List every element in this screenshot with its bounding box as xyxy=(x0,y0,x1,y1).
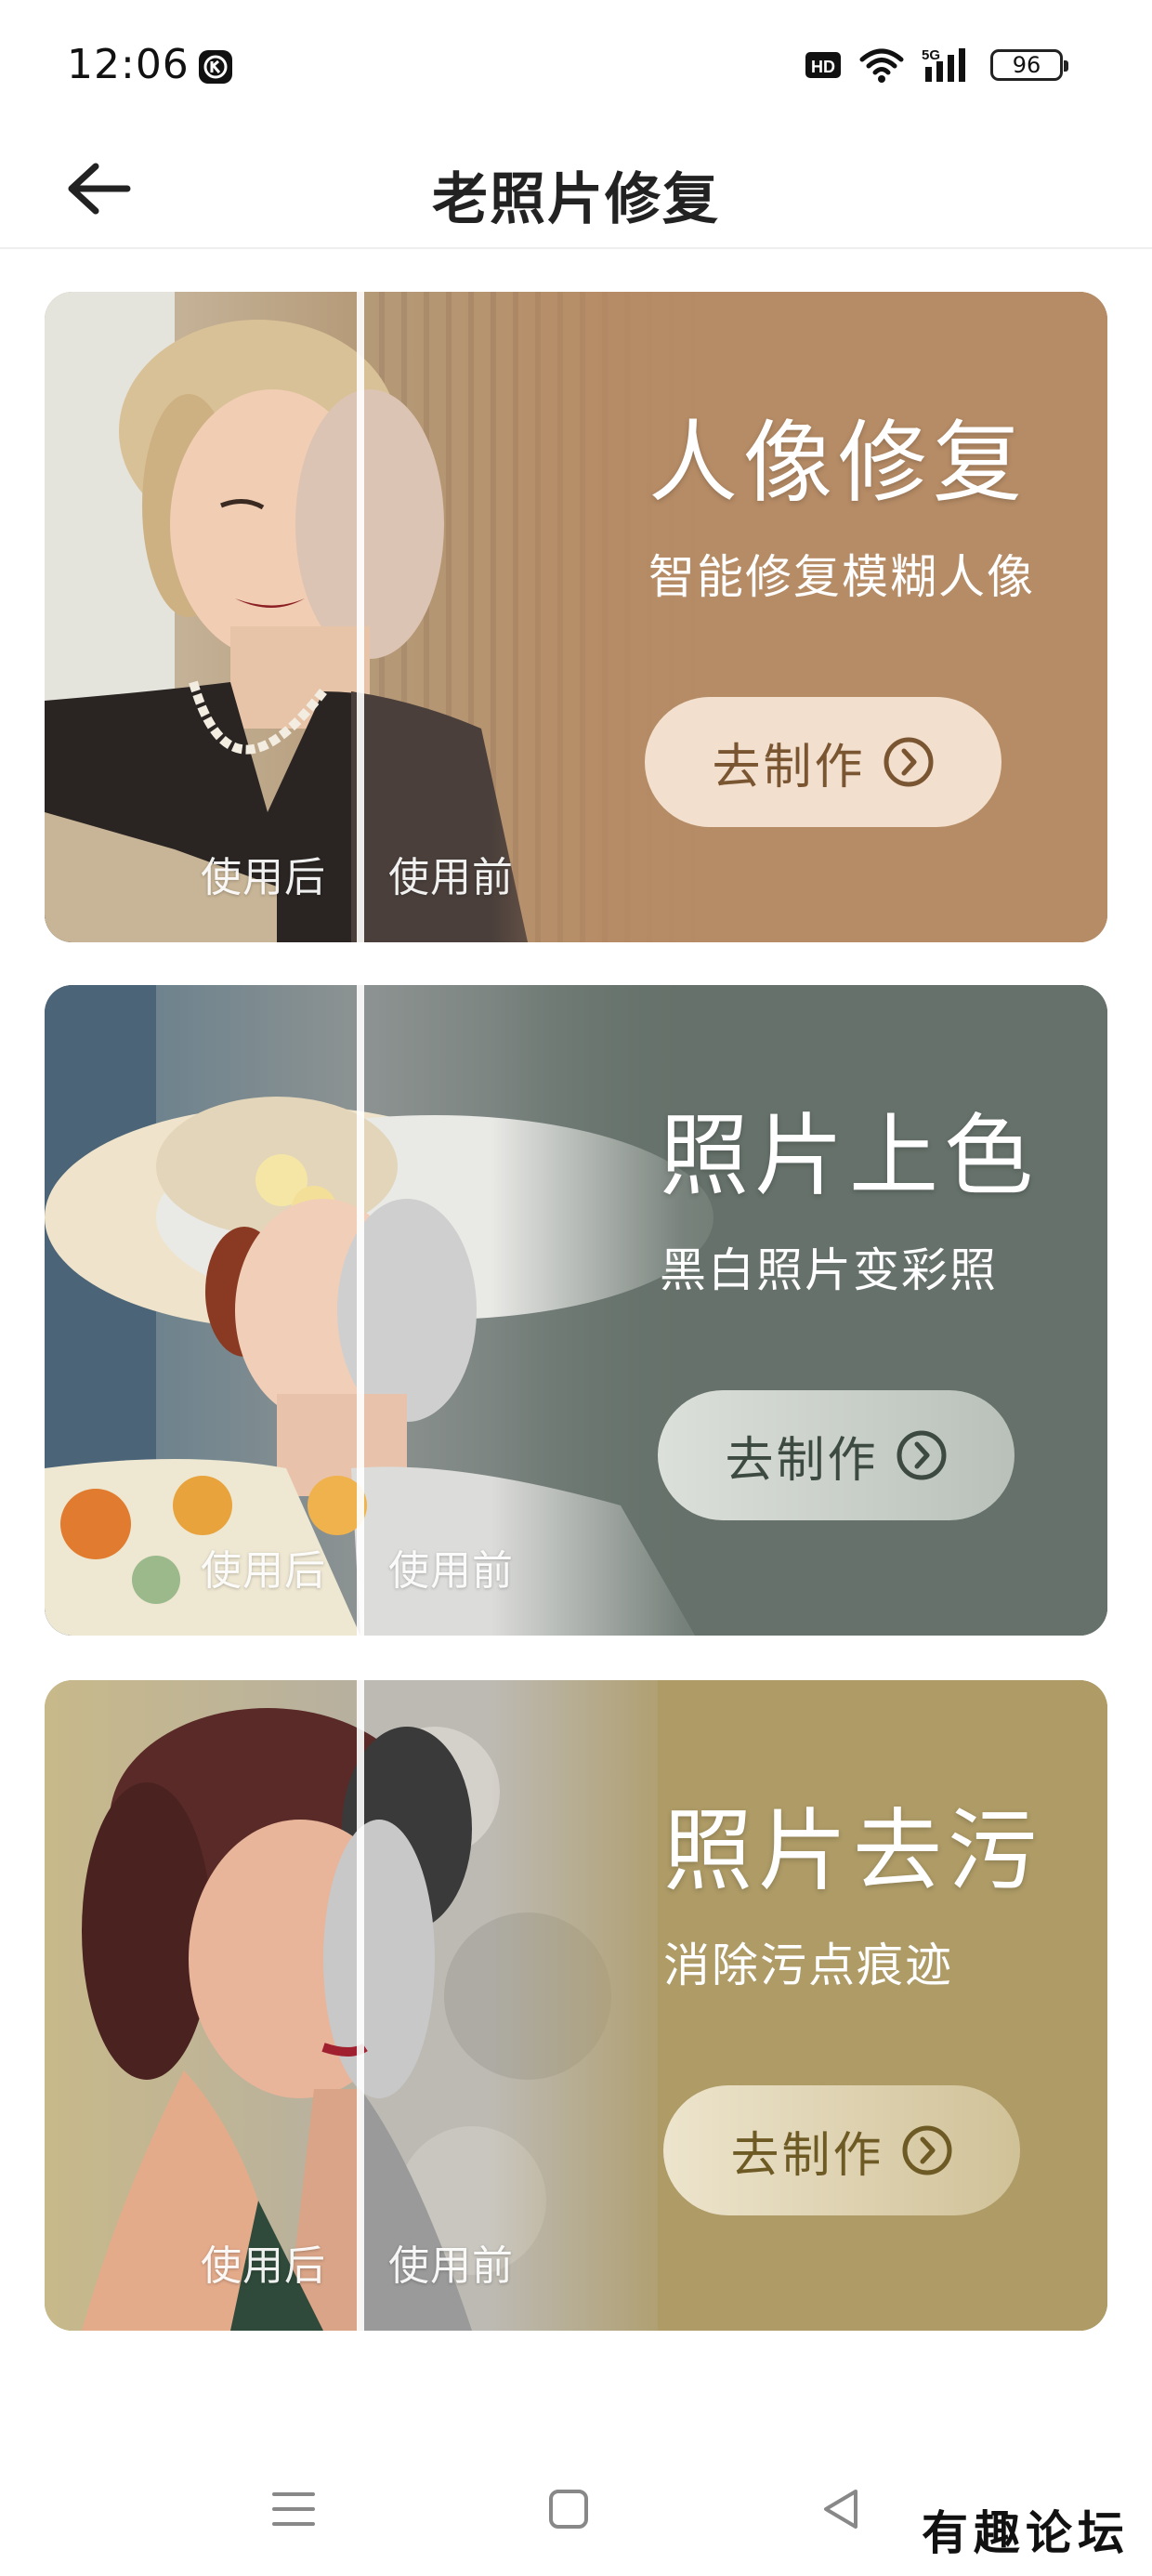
card-title: 人像修复 xyxy=(648,411,1028,515)
card-subtitle: 智能修复模糊人像 xyxy=(648,550,1035,604)
go-make-button[interactable]: 去制作 xyxy=(663,2085,1020,2215)
go-make-button[interactable]: 去制作 xyxy=(645,697,1001,827)
chevron-right-circle-icon xyxy=(884,737,933,787)
hd-text: HD xyxy=(811,58,835,76)
after-label: 使用后 xyxy=(201,854,326,901)
card-subtitle: 黑白照片变彩照 xyxy=(660,1243,998,1297)
wifi-icon xyxy=(859,48,904,83)
menu-icon xyxy=(272,2492,315,2526)
card-title: 照片去污 xyxy=(663,1799,1042,1903)
system-back-button[interactable] xyxy=(814,2481,870,2537)
network-type: 5G xyxy=(922,47,940,63)
after-label: 使用后 xyxy=(201,1547,326,1595)
go-make-button[interactable]: 去制作 xyxy=(658,1390,1015,1520)
go-make-label: 去制作 xyxy=(725,1432,879,1489)
card-photo-cleanup[interactable]: 使用后 使用前 照片去污 消除污点痕迹 去制作 xyxy=(45,1680,1107,2331)
chevron-right-circle-icon xyxy=(897,1430,946,1480)
app-notification-icon xyxy=(199,50,232,84)
signal-5g-icon: 5G xyxy=(922,47,965,82)
home-button[interactable] xyxy=(541,2481,596,2537)
page-title: 老照片修复 xyxy=(432,167,720,232)
hd-icon: HD xyxy=(805,52,841,78)
card-photo-colorize[interactable]: 使用后 使用前 照片上色 黑白照片变彩照 去制作 xyxy=(45,985,1107,1636)
back-triangle-icon xyxy=(824,2490,857,2529)
watermark-text: 有趣论坛 xyxy=(922,2505,1130,2560)
card-subtitle: 消除污点痕迹 xyxy=(663,1939,953,1992)
home-icon xyxy=(549,2490,588,2529)
card-portrait-restore[interactable]: 使用后 使用前 人像修复 智能修复模糊人像 去制作 xyxy=(45,292,1107,942)
go-make-label: 去制作 xyxy=(712,739,866,795)
before-label: 使用前 xyxy=(388,1547,514,1595)
nav-bar: 老照片修复 xyxy=(0,130,1152,249)
before-label: 使用前 xyxy=(388,854,514,901)
status-bar: 12:06 HD 5G 96 xyxy=(0,0,1152,130)
card-text-block: 人像修复 智能修复模糊人像 xyxy=(648,418,1035,600)
comparison-divider xyxy=(357,985,364,1636)
menu-button[interactable] xyxy=(266,2481,321,2537)
card-text-block: 照片上色 黑白照片变彩照 xyxy=(660,1111,1039,1294)
status-icons: HD 5G 96 xyxy=(805,46,1068,84)
card-text-block: 照片去污 消除污点痕迹 xyxy=(663,1807,1042,1989)
battery-level: 96 xyxy=(1012,52,1041,78)
status-time: 12:06 xyxy=(67,41,190,88)
comparison-divider xyxy=(357,292,364,942)
card-title: 照片上色 xyxy=(660,1104,1039,1208)
after-label: 使用后 xyxy=(201,2242,326,2290)
chevron-right-circle-icon xyxy=(902,2125,951,2175)
battery-indicator: 96 xyxy=(990,49,1068,81)
go-make-label: 去制作 xyxy=(730,2127,884,2184)
comparison-divider xyxy=(357,1680,364,2331)
before-label: 使用前 xyxy=(388,2242,514,2290)
